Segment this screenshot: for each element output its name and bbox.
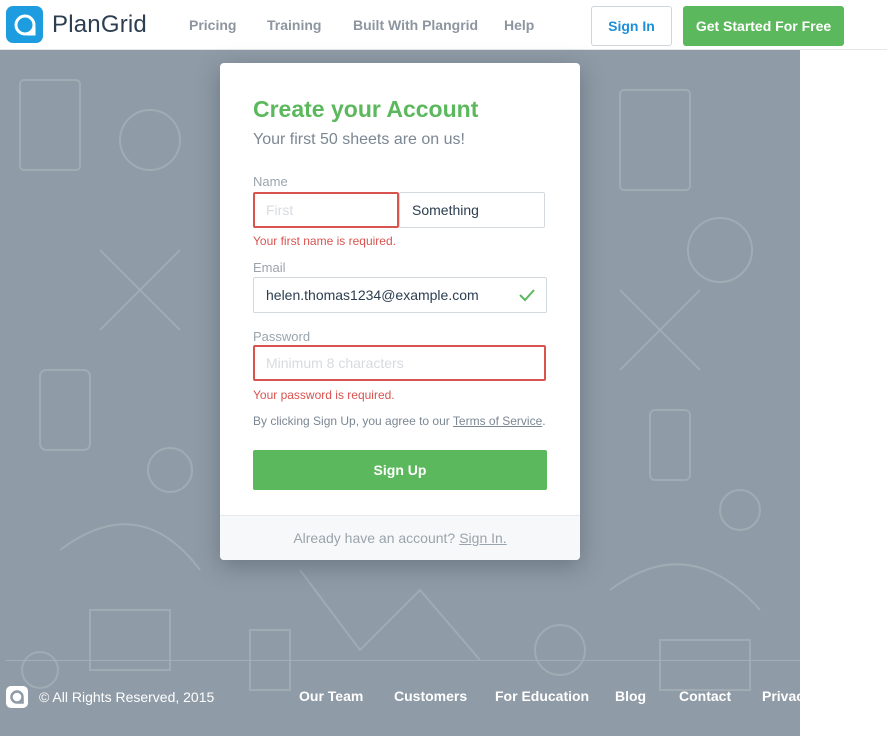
footer-logo-icon xyxy=(6,686,28,708)
page: PlanGrid Pricing Training Built With Pla… xyxy=(0,0,887,736)
footer-link-clip: Privacy xyxy=(762,661,800,736)
form-title: Create your Account xyxy=(253,96,479,122)
terms-of-service-link[interactable]: Terms of Service xyxy=(453,414,542,428)
last-name-field[interactable]: Something xyxy=(399,192,545,228)
email-field[interactable]: helen.thomas1234@example.com xyxy=(253,277,547,313)
first-name-field[interactable]: First xyxy=(253,192,399,228)
sign-up-button[interactable]: Sign Up xyxy=(253,450,547,490)
footer-link-blog[interactable]: Blog xyxy=(615,688,646,704)
email-value: helen.thomas1234@example.com xyxy=(266,287,479,303)
valid-check-icon xyxy=(519,289,535,302)
password-error: Your password is required. xyxy=(253,388,395,402)
page-footer: © All Rights Reserved, 2015 Our Team Cus… xyxy=(0,661,800,736)
nav-link-pricing[interactable]: Pricing xyxy=(189,17,236,33)
sign-in-link[interactable]: Sign In. xyxy=(459,530,506,546)
card-footer: Already have an account? Sign In. xyxy=(220,515,580,560)
terms-prefix: By clicking Sign Up, you agree to our xyxy=(253,414,450,428)
copyright-text: © All Rights Reserved, 2015 xyxy=(39,689,215,705)
password-label: Password xyxy=(253,329,311,344)
nav-link-help[interactable]: Help xyxy=(504,17,534,33)
nav-link-built-with[interactable]: Built With Plangrid xyxy=(353,17,478,33)
nav-link-training[interactable]: Training xyxy=(267,17,321,33)
plangrid-logo-icon xyxy=(6,6,43,43)
header-sign-in-button[interactable]: Sign In xyxy=(591,6,672,46)
top-nav-bar: PlanGrid Pricing Training Built With Pla… xyxy=(0,0,887,50)
have-account-text: Already have an account? xyxy=(293,530,456,546)
first-name-error: Your first name is required. xyxy=(253,234,396,248)
terms-text: By clicking Sign Up, you agree to our Te… xyxy=(253,414,546,428)
password-field[interactable]: Minimum 8 characters xyxy=(253,345,546,381)
password-placeholder: Minimum 8 characters xyxy=(266,355,404,371)
form-subtitle: Your first 50 sheets are on us! xyxy=(253,131,465,148)
footer-link-our-team[interactable]: Our Team xyxy=(299,688,363,704)
name-label: Name xyxy=(253,174,288,189)
footer-link-privacy[interactable]: Privacy xyxy=(762,688,800,704)
brand-name: PlanGrid xyxy=(52,10,147,38)
last-name-value: Something xyxy=(412,202,479,218)
footer-link-customers[interactable]: Customers xyxy=(394,688,467,704)
email-label: Email xyxy=(253,260,286,275)
signup-card: Create your Account Your first 50 sheets… xyxy=(220,63,580,560)
get-started-button[interactable]: Get Started For Free xyxy=(683,6,844,46)
terms-suffix: . xyxy=(542,414,546,428)
footer-link-contact[interactable]: Contact xyxy=(679,688,731,704)
brand-logo[interactable]: PlanGrid xyxy=(6,6,147,43)
first-name-placeholder: First xyxy=(266,202,294,218)
footer-link-for-education[interactable]: For Education xyxy=(495,688,589,704)
